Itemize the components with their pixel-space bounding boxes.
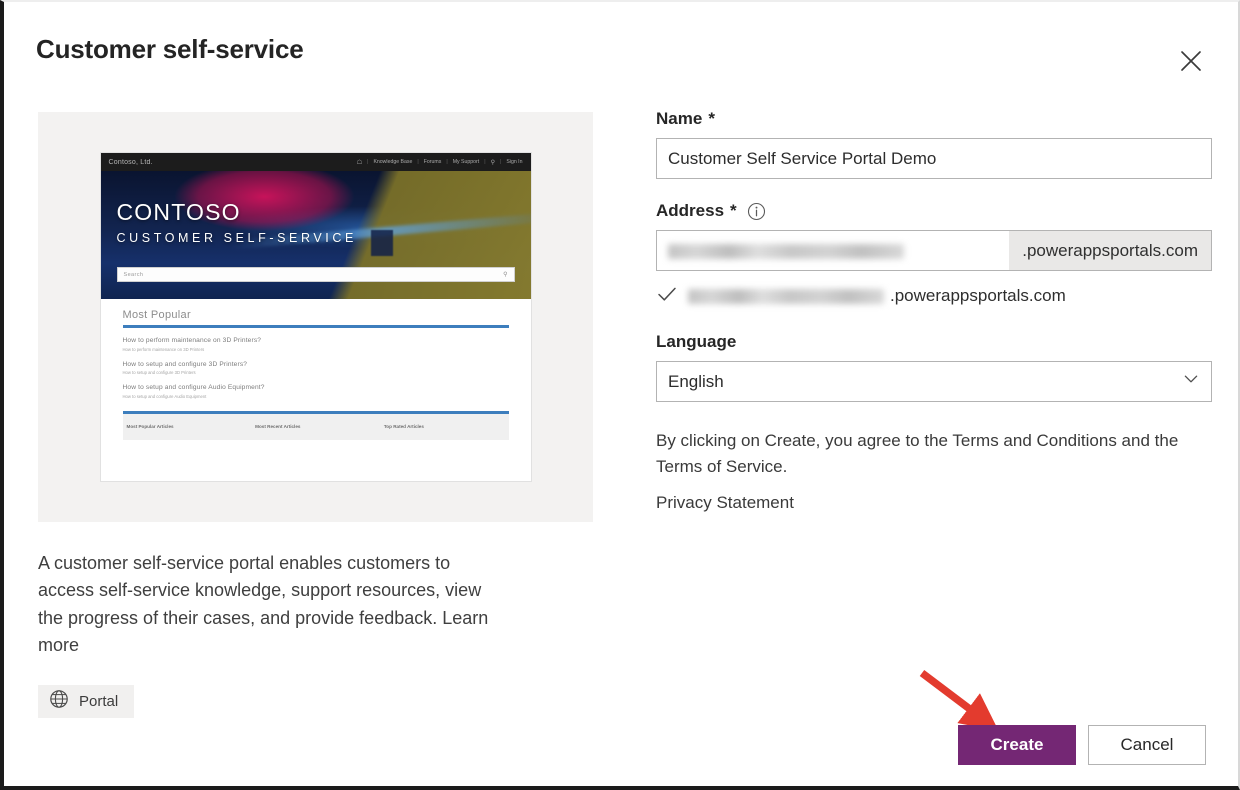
portal-template-screenshot: Contoso, Ltd. ☖ | Knowledge Base | Forum…: [99, 152, 532, 482]
footer-column: Top Rated Articles: [383, 424, 424, 429]
nav-separator: |: [367, 159, 369, 165]
address-preview-redacted: [688, 288, 884, 304]
language-label: Language: [656, 332, 1212, 352]
chevron-down-icon: [1182, 370, 1200, 393]
globe-icon: [49, 689, 69, 714]
article-title: How to setup and configure 3D Printers?: [122, 360, 248, 368]
article-title: How to setup and configure Audio Equipme…: [122, 384, 265, 391]
address-domain-suffix: .powerappsportals.com: [1009, 231, 1211, 270]
annotation-arrow: [909, 662, 1009, 732]
privacy-statement-link[interactable]: Privacy Statement: [656, 493, 1212, 513]
shot-brand: Contoso, Ltd.: [108, 158, 153, 166]
address-preview-suffix: .powerappsportals.com: [890, 286, 1066, 305]
hero-title: CONTOSO: [116, 199, 241, 225]
home-icon: ☖: [356, 159, 363, 166]
name-label-text: Name: [656, 109, 703, 128]
shot-section-divider: [122, 325, 509, 328]
article-title: How to perform maintenance on 3D Printer…: [122, 337, 262, 344]
hero-subtitle: CUSTOMER SELF-SERVICE: [116, 231, 357, 245]
search-icon: ⚲: [490, 159, 495, 166]
shot-footer: Most Popular Articles Most Recent Articl…: [122, 413, 509, 440]
nav-separator: |: [446, 159, 448, 165]
dialog-actions: Create Cancel: [958, 725, 1206, 765]
required-marker: *: [730, 201, 737, 220]
search-icon: ⚲: [503, 272, 508, 278]
nav-separator: |: [499, 159, 502, 165]
nav-separator: |: [484, 159, 486, 165]
portal-tag: Portal: [38, 685, 135, 719]
hero-shape: [371, 229, 394, 256]
shot-hero: CONTOSO CUSTOMER SELF-SERVICE Search ⚲: [100, 171, 531, 299]
address-availability-row: .powerappsportals.com: [656, 284, 1212, 308]
shot-navbar: Contoso, Ltd. ☖ | Knowledge Base | Forum…: [100, 153, 531, 171]
create-button[interactable]: Create: [958, 725, 1076, 765]
list-item: How to perform maintenance on 3D Printer…: [123, 337, 509, 352]
language-selected-value: English: [668, 371, 724, 391]
info-icon[interactable]: [747, 202, 766, 221]
terms-text: By clicking on Create, you agree to the …: [656, 431, 1179, 476]
article-description: How to setup and configure 3D Printers: [122, 370, 196, 375]
name-label: Name *: [656, 109, 1212, 129]
article-description: How to perform maintenance on 3D Printer…: [122, 346, 205, 352]
article-description: How to setup and configure Audio Equipme…: [122, 393, 207, 399]
shot-nav-item-my-support: My Support: [452, 159, 480, 165]
portal-creation-dialog: Customer self-service Contoso, Ltd. ☖ | …: [0, 0, 1240, 790]
cancel-button[interactable]: Cancel: [1088, 725, 1206, 765]
address-input-wrapper[interactable]: [657, 231, 1009, 270]
checkmark-icon: [656, 283, 678, 310]
hero-text: CONTOSO CUSTOMER SELF-SERVICE: [116, 199, 357, 246]
language-select[interactable]: English: [656, 361, 1212, 402]
list-item: How to setup and configure Audio Equipme…: [123, 384, 509, 399]
shot-nav-item-forums: Forums: [423, 159, 442, 165]
close-icon: [1178, 48, 1204, 74]
template-preview-panel: Contoso, Ltd. ☖ | Knowledge Base | Forum…: [38, 112, 593, 522]
address-label: Address *: [656, 201, 1212, 221]
footer-column: Most Recent Articles: [255, 424, 301, 429]
footer-column: Most Popular Articles: [126, 424, 174, 429]
preview-column: Contoso, Ltd. ☖ | Knowledge Base | Forum…: [38, 112, 593, 719]
address-label-text: Address: [656, 201, 725, 220]
shot-content: Most Popular How to perform maintenance …: [100, 299, 531, 399]
portal-tag-label: Portal: [79, 693, 119, 711]
list-item: How to setup and configure 3D Printers? …: [123, 361, 509, 376]
form-column: Name * Address *: [656, 109, 1212, 513]
nav-separator: |: [417, 159, 419, 165]
shot-search-placeholder: Search: [123, 271, 144, 278]
address-input-row[interactable]: .powerappsportals.com: [656, 230, 1212, 271]
page-title: Customer self-service: [36, 34, 304, 64]
shot-section-heading: Most Popular: [122, 309, 191, 321]
required-marker: *: [708, 109, 715, 128]
close-button[interactable]: [1170, 40, 1212, 82]
language-label-text: Language: [656, 332, 737, 351]
template-description: A customer self-service portal enables c…: [38, 553, 489, 656]
shot-nav-item-knowledge-base: Knowledge Base: [373, 159, 413, 165]
shot-nav-item-sign-in: Sign In: [506, 159, 523, 165]
shot-search-box: Search ⚲: [116, 267, 515, 282]
language-field-group: Language English: [656, 332, 1212, 402]
name-input[interactable]: [656, 138, 1212, 179]
address-field-group: Address * .powerappsportals.com .powerap…: [656, 201, 1212, 308]
name-field-group: Name *: [656, 109, 1212, 179]
shot-nav-links: ☖ | Knowledge Base | Forums | My Support…: [357, 159, 523, 166]
address-value-redacted: [668, 244, 904, 259]
